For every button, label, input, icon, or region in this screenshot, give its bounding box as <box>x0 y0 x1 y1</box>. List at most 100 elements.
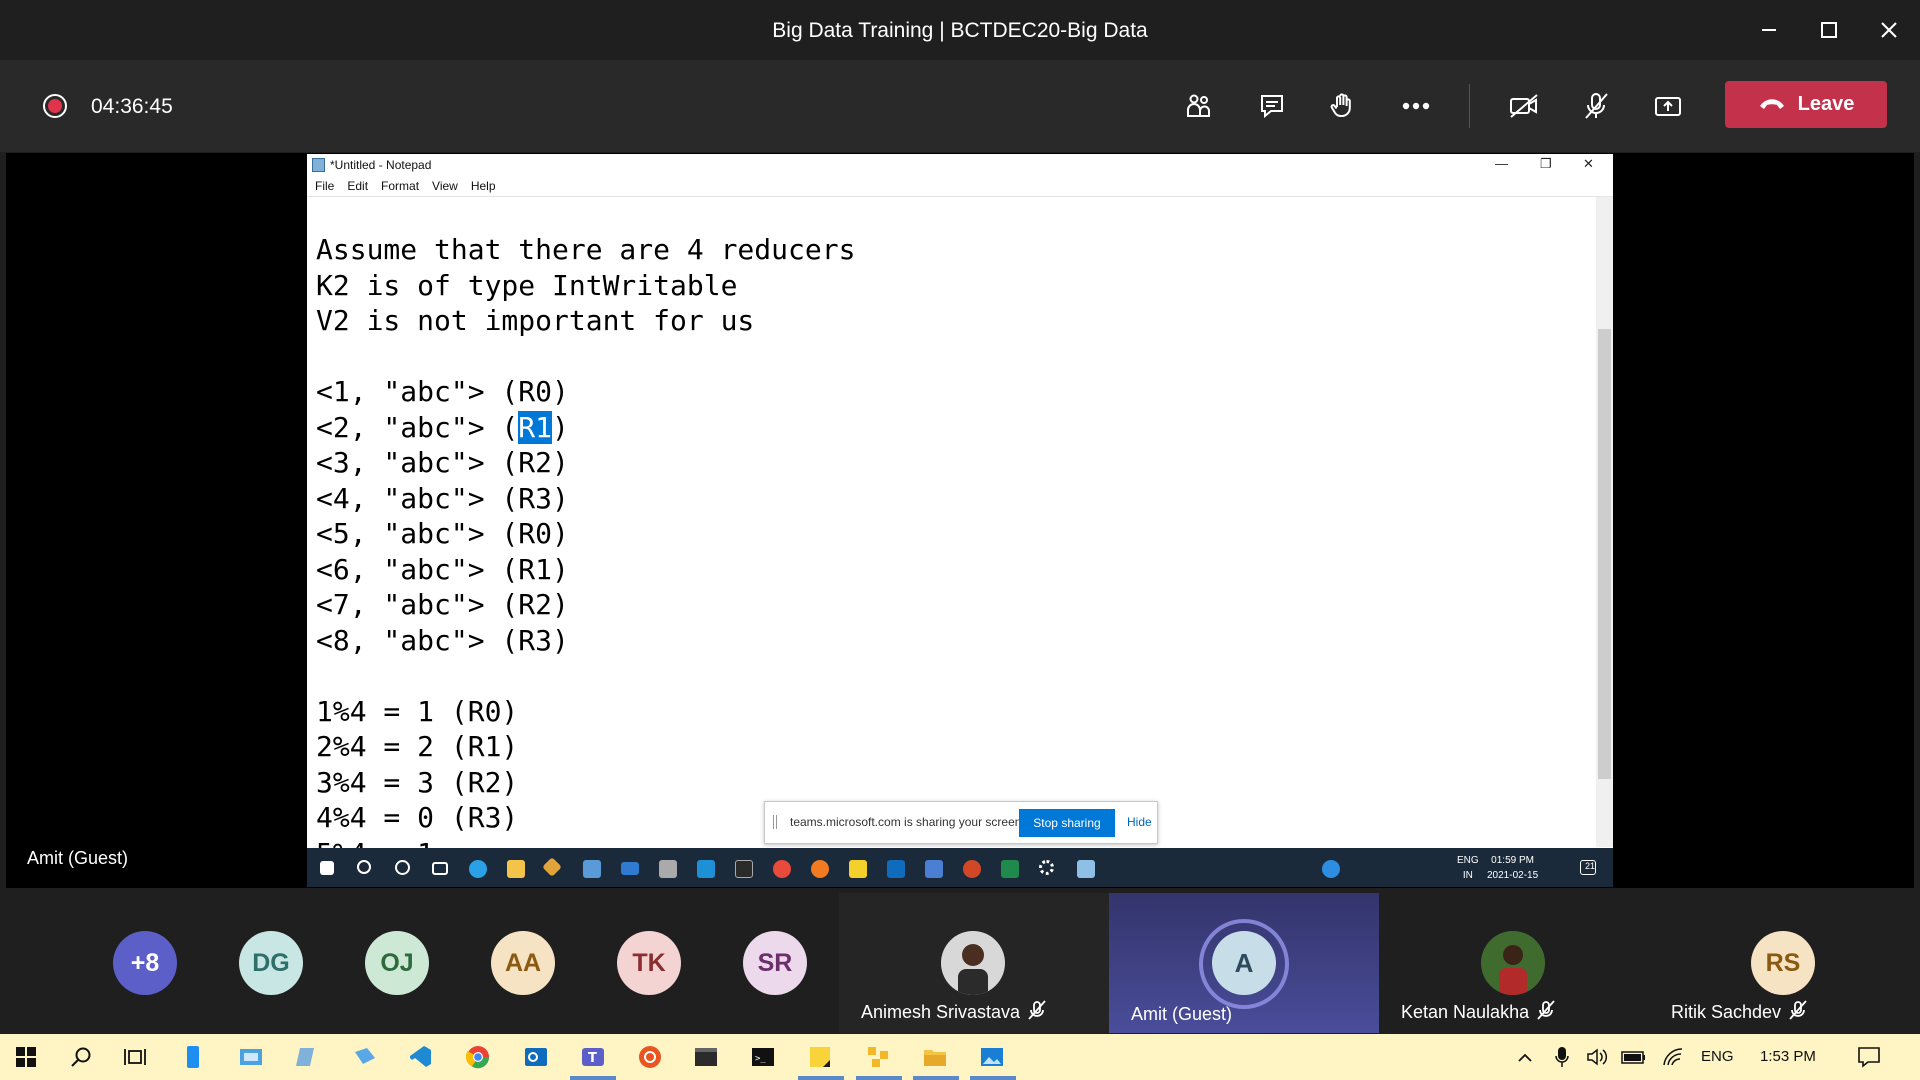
minimize-icon[interactable] <box>1749 14 1789 46</box>
menu-file[interactable]: File <box>315 179 334 193</box>
share-screen-icon[interactable] <box>1646 86 1690 126</box>
notepad-taskbar-icon[interactable] <box>293 1043 321 1071</box>
participant-tile-animesh[interactable]: Animesh Srivastava <box>839 893 1109 1033</box>
shared-excel-icon <box>1001 860 1019 878</box>
share-notification-bar: teams.microsoft.com is sharing your scre… <box>764 801 1158 844</box>
participant-avatar-sr[interactable]: SR <box>743 931 807 995</box>
sticky-notes-icon[interactable] <box>806 1043 834 1071</box>
sticky-notes-active-indicator <box>798 1076 844 1080</box>
stop-sharing-button[interactable]: Stop sharing <box>1019 809 1115 837</box>
menu-help[interactable]: Help <box>471 179 496 193</box>
participant-name-row: Amit (Guest) <box>1131 1004 1232 1025</box>
more-options-icon[interactable] <box>1394 86 1438 126</box>
network-app-icon[interactable] <box>864 1043 892 1071</box>
participant-tile-ritik[interactable]: RS Ritik Sachdev <box>1649 893 1920 1033</box>
chrome-icon[interactable] <box>464 1043 492 1071</box>
mic-off-icon[interactable] <box>1574 86 1618 126</box>
phone-app-icon[interactable] <box>179 1043 207 1071</box>
battery-icon[interactable] <box>1620 1043 1648 1071</box>
notepad-title-bar: *Untitled - Notepad — ❐ ✕ <box>307 154 1613 176</box>
mic-off-icon <box>1028 1000 1046 1025</box>
participant-avatar-oj[interactable]: OJ <box>365 931 429 995</box>
participants-icon[interactable] <box>1177 86 1221 126</box>
shared-start-icon <box>320 861 334 875</box>
file-explorer-icon[interactable] <box>921 1043 949 1071</box>
notepad-text-area[interactable]: Assume that there are 4 reducers K2 is of… <box>316 232 855 871</box>
windows-taskbar: T >_ ENG 1:53 PM <box>0 1034 1920 1080</box>
participant-avatar-dg[interactable]: DG <box>239 931 303 995</box>
shared-terminal-icon <box>735 860 753 878</box>
menu-format[interactable]: Format <box>381 179 419 193</box>
microphone-icon[interactable] <box>1548 1043 1576 1071</box>
notepad-line: <8, "abc"> (R3) <box>316 623 569 657</box>
notepad-line: <1, "abc"> (R0) <box>316 375 569 408</box>
menu-edit[interactable]: Edit <box>347 179 368 193</box>
notepad-line: 1%4 = 1 (R0) <box>316 694 519 728</box>
toolbar-separator <box>1469 84 1470 128</box>
window-title: Big Data Training | BCTDEC20-Big Data <box>772 19 1148 42</box>
notepad-line <box>316 658 855 694</box>
shared-network-icon <box>583 860 601 878</box>
notepad-line: <6, "abc"> (R1) <box>316 552 569 586</box>
participant-tile-amit[interactable]: A Amit (Guest) <box>1109 893 1379 1033</box>
shared-language: ENG IN <box>1457 855 1479 881</box>
recording-icon <box>43 94 67 118</box>
photos-icon[interactable] <box>978 1043 1006 1071</box>
notepad-line: <5, "abc"> (R0) <box>316 517 569 550</box>
shared-app-icon <box>542 857 562 877</box>
participant-name-row: Ketan Naulakha <box>1401 1000 1555 1025</box>
shared-taskbar: ENG IN 01:59 PM 2021-02-15 21 <box>307 848 1613 887</box>
notepad-menu-bar: File Edit Format View Help <box>307 176 1613 196</box>
shared-settings-icon <box>1039 860 1054 875</box>
maximize-icon[interactable] <box>1809 14 1849 46</box>
notepad-line: K2 is of type IntWritable <box>316 268 738 302</box>
task-view-icon[interactable] <box>121 1043 149 1071</box>
shared-firefox-icon <box>811 860 829 878</box>
notepad-minimize-icon[interactable]: — <box>1495 156 1508 171</box>
mic-off-icon <box>1537 1000 1555 1025</box>
raise-hand-icon[interactable] <box>1320 86 1364 126</box>
shared-cloud-icon <box>925 860 943 878</box>
overflow-participants-button[interactable]: +8 <box>113 931 177 995</box>
action-center-icon[interactable] <box>1855 1043 1883 1071</box>
wifi-icon[interactable] <box>1659 1043 1687 1071</box>
participant-avatar-aa[interactable]: AA <box>491 931 555 995</box>
teams-icon[interactable]: T <box>579 1043 607 1071</box>
notepad-close-icon[interactable]: ✕ <box>1583 156 1594 172</box>
volume-icon[interactable] <box>1583 1043 1611 1071</box>
participant-name: Animesh Srivastava <box>861 1002 1021 1022</box>
notepad-icon <box>312 158 325 172</box>
command-prompt-icon[interactable]: >_ <box>749 1043 777 1071</box>
notepad-line <box>316 339 855 375</box>
notepad-line: 2%4 = 2 (R1) <box>316 730 519 763</box>
participant-tile-ketan[interactable]: Ketan Naulakha <box>1379 893 1649 1033</box>
ubuntu-icon[interactable] <box>636 1043 664 1071</box>
start-icon[interactable] <box>12 1043 40 1071</box>
hide-link[interactable]: Hide <box>1127 815 1152 829</box>
notepad-line: 3%4 = 3 (R2) <box>316 765 519 799</box>
shared-cortana-icon <box>395 860 410 875</box>
menu-view[interactable]: View <box>432 179 458 193</box>
control-panel-icon[interactable] <box>237 1043 265 1071</box>
notepad-restore-icon[interactable]: ❐ <box>1540 156 1552 172</box>
terminal-window-icon[interactable] <box>692 1043 720 1071</box>
devices-icon[interactable] <box>351 1043 379 1071</box>
search-icon[interactable] <box>67 1043 95 1071</box>
camera-off-icon[interactable] <box>1502 86 1546 126</box>
participant-avatar-tk[interactable]: TK <box>617 931 681 995</box>
drag-handle-icon[interactable] <box>773 815 777 829</box>
shared-help-icon <box>1322 860 1340 878</box>
chat-icon[interactable] <box>1250 86 1294 126</box>
scrollbar-thumb[interactable] <box>1598 329 1611 779</box>
language-indicator[interactable]: ENG <box>1701 1048 1734 1065</box>
vscode-icon[interactable] <box>407 1043 435 1071</box>
taskbar-clock[interactable]: 1:53 PM <box>1760 1048 1816 1065</box>
participant-name: Amit (Guest) <box>1131 1004 1233 1024</box>
leave-button[interactable]: Leave <box>1725 81 1887 128</box>
outlook-icon[interactable] <box>522 1043 550 1071</box>
show-hidden-icons-icon[interactable] <box>1511 1043 1539 1071</box>
notepad-line: <2, "abc"> (R1) <box>316 410 569 444</box>
notepad-scrollbar[interactable] <box>1596 197 1613 847</box>
close-icon[interactable] <box>1869 14 1909 46</box>
svg-text:T: T <box>588 1051 597 1066</box>
